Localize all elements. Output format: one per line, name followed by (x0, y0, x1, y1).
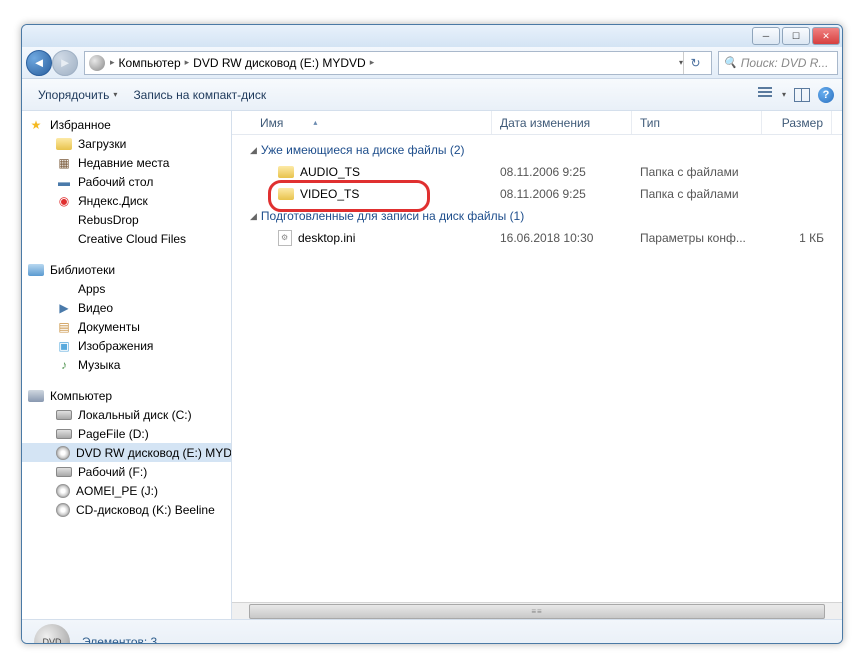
documents-icon: ▤ (56, 319, 72, 335)
drive-icon (56, 467, 72, 477)
drive-icon (56, 429, 72, 439)
music-icon: ♪ (56, 357, 72, 373)
tree-item[interactable]: Локальный диск (C:) (22, 405, 231, 424)
tree-item[interactable]: PageFile (D:) (22, 424, 231, 443)
col-type[interactable]: Тип (632, 111, 762, 134)
collapse-icon: ◢ (250, 145, 257, 156)
breadcrumb-item[interactable]: Компьютер (116, 56, 184, 70)
tree-item[interactable]: ♪Музыка (22, 355, 231, 374)
group-header[interactable]: ◢ Уже имеющиеся на диске файлы (2) (232, 139, 842, 161)
folder-icon (278, 188, 294, 200)
dvd-icon: DVD (34, 624, 70, 645)
disc-icon (56, 446, 70, 460)
video-icon: ▶ (56, 300, 72, 316)
column-headers: Имя▴ Дата изменения Тип Размер (232, 111, 842, 135)
tree-item[interactable]: ▣Изображения (22, 336, 231, 355)
yandex-icon: ◉ (56, 193, 72, 209)
nav-tree[interactable]: ★Избранное Загрузки ▦Недавние места ▬Раб… (22, 111, 232, 619)
folder-icon (56, 138, 72, 150)
search-input[interactable]: 🔍 Поиск: DVD R... (718, 51, 838, 75)
pictures-icon: ▣ (56, 338, 72, 354)
ini-file-icon (278, 230, 292, 246)
toolbar: Упорядочить ▾ Запись на компакт-диск ▾ ? (22, 79, 842, 111)
breadcrumb-item[interactable]: DVD RW дисковод (E:) MYDVD (190, 56, 369, 70)
address-bar[interactable]: ▸ Компьютер ▸ DVD RW дисковод (E:) MYDVD… (84, 51, 712, 75)
star-icon: ★ (28, 117, 44, 133)
tree-item[interactable]: ▶Видео (22, 298, 231, 317)
file-row[interactable]: desktop.ini 16.06.2018 10:30 Параметры к… (232, 227, 842, 249)
drive-icon (56, 410, 72, 420)
preview-pane-button[interactable] (794, 88, 810, 102)
search-icon: 🔍 (723, 56, 737, 69)
status-count: Элементов: 3 (82, 635, 157, 645)
organize-button[interactable]: Упорядочить ▾ (30, 84, 125, 106)
library-icon (28, 264, 44, 276)
maximize-button[interactable]: ☐ (782, 27, 810, 45)
collapse-icon: ◢ (250, 211, 257, 222)
tree-item[interactable]: Creative Cloud Files (22, 229, 231, 248)
explorer-window: ─ ☐ ✕ ◄ ► ▸ Компьютер ▸ DVD RW дисковод … (21, 24, 843, 644)
recent-icon: ▦ (56, 155, 72, 171)
tree-libraries[interactable]: Библиотеки (22, 260, 231, 279)
col-name[interactable]: Имя▴ (232, 111, 492, 134)
chevron-down-icon[interactable]: ▾ (782, 90, 786, 99)
chevron-down-icon: ▾ (113, 90, 117, 99)
file-row-highlighted[interactable]: VIDEO_TS 08.11.2006 9:25 Папка с файлами (232, 183, 842, 205)
chevron-right-icon: ▸ (369, 57, 376, 68)
forward-button[interactable]: ► (52, 50, 78, 76)
status-bar: DVD Элементов: 3 (22, 619, 842, 644)
close-button[interactable]: ✕ (812, 27, 840, 45)
main-area: ★Избранное Загрузки ▦Недавние места ▬Раб… (22, 111, 842, 619)
minimize-button[interactable]: ─ (752, 27, 780, 45)
folder-icon (278, 166, 294, 178)
tree-item[interactable]: CD-дисковод (K:) Beeline (22, 500, 231, 519)
sort-asc-icon: ▴ (313, 118, 317, 127)
navbar: ◄ ► ▸ Компьютер ▸ DVD RW дисковод (E:) M… (22, 47, 842, 79)
burn-label: Запись на компакт-диск (133, 88, 266, 102)
tree-favorites[interactable]: ★Избранное (22, 115, 231, 134)
disc-icon (56, 484, 70, 498)
refresh-button[interactable]: ↻ (683, 52, 707, 74)
col-size[interactable]: Размер (762, 111, 832, 134)
tree-item[interactable]: ▦Недавние места (22, 153, 231, 172)
tree-item-selected[interactable]: DVD RW дисковод (E:) MYD (22, 443, 231, 462)
desktop-icon: ▬ (56, 174, 72, 190)
tree-item[interactable]: RebusDrop (22, 210, 231, 229)
tree-item[interactable]: ▤Документы (22, 317, 231, 336)
tree-item[interactable]: Рабочий (F:) (22, 462, 231, 481)
help-button[interactable]: ? (818, 87, 834, 103)
horizontal-scrollbar[interactable]: ≡≡ (232, 602, 842, 619)
file-row[interactable]: AUDIO_TS 08.11.2006 9:25 Папка с файлами (232, 161, 842, 183)
burn-button[interactable]: Запись на компакт-диск (125, 84, 274, 106)
search-placeholder: Поиск: DVD R... (741, 56, 829, 70)
tree-computer[interactable]: Компьютер (22, 386, 231, 405)
file-pane: Имя▴ Дата изменения Тип Размер ◢ Уже име… (232, 111, 842, 619)
file-list[interactable]: ◢ Уже имеющиеся на диске файлы (2) AUDIO… (232, 135, 842, 602)
view-menu-button[interactable] (758, 87, 774, 103)
tree-item[interactable]: ◉Яндекс.Диск (22, 191, 231, 210)
back-button[interactable]: ◄ (26, 50, 52, 76)
group-header[interactable]: ◢ Подготовленные для записи на диск файл… (232, 205, 842, 227)
folder-icon (56, 212, 72, 228)
tree-item[interactable]: Apps (22, 279, 231, 298)
col-date[interactable]: Дата изменения (492, 111, 632, 134)
disc-icon (89, 55, 105, 71)
folder-icon (56, 231, 72, 247)
disc-icon (56, 503, 70, 517)
organize-label: Упорядочить (38, 88, 109, 102)
scrollbar-thumb[interactable]: ≡≡ (249, 604, 825, 619)
titlebar[interactable]: ─ ☐ ✕ (22, 25, 842, 47)
tree-item[interactable]: Загрузки (22, 134, 231, 153)
tree-item[interactable]: ▬Рабочий стол (22, 172, 231, 191)
folder-icon (56, 281, 72, 297)
computer-icon (28, 390, 44, 402)
tree-item[interactable]: AOMEI_PE (J:) (22, 481, 231, 500)
